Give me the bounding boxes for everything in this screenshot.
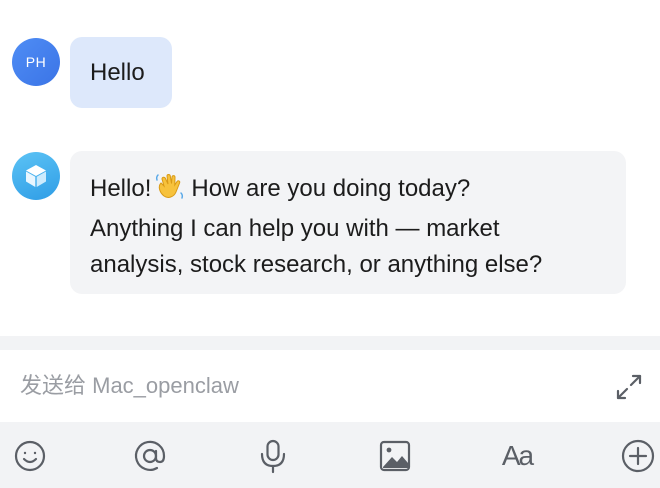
bot-message-bubble[interactable]: Hello! How are you doing today? Anything… (70, 151, 626, 294)
bot-question-text: How are you doing today? (191, 175, 471, 202)
bot-message-line-2: Anything I can help you with — market (90, 215, 500, 242)
message-input[interactable] (20, 368, 580, 404)
user-message-bubble[interactable]: Hello (70, 37, 172, 108)
bot-message-line-1: Hello! How are you doing today? (90, 171, 608, 211)
emoji-icon (14, 440, 46, 472)
plus-circle-icon (621, 439, 655, 473)
composer-toolbar: Aa (0, 422, 660, 488)
image-icon (379, 440, 411, 472)
font-format-button[interactable]: Aa (497, 436, 537, 476)
user-message-text: Hello (90, 58, 145, 86)
composer-divider (0, 336, 660, 350)
expand-button[interactable] (612, 370, 646, 404)
bot-greeting-text: Hello! (90, 175, 152, 202)
chat-message-list: PH Hello Hello! How are you doing today?… (0, 0, 660, 336)
voice-input-button[interactable] (253, 436, 293, 476)
emoji-button[interactable] (10, 436, 50, 476)
mention-icon (134, 440, 166, 471)
image-button[interactable] (375, 436, 415, 476)
message-composer (0, 350, 660, 422)
more-options-button[interactable] (618, 436, 658, 476)
bot-avatar[interactable] (12, 152, 60, 200)
user-avatar[interactable]: PH (12, 38, 60, 86)
expand-icon (616, 374, 642, 400)
cube-icon (26, 165, 46, 187)
mention-button[interactable] (130, 436, 170, 476)
font-format-label: Aa (501, 440, 534, 471)
user-avatar-initials: PH (25, 54, 47, 70)
bot-message-line-3: analysis, stock research, or anything el… (90, 251, 543, 278)
microphone-icon (260, 439, 286, 474)
waving-hand-icon (155, 172, 185, 211)
font-format-icon: Aa (501, 440, 534, 472)
